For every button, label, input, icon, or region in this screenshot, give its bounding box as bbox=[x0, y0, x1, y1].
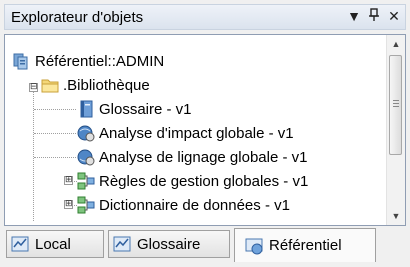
tree-item-label: Analyse de lignage globale - v1 bbox=[99, 148, 308, 166]
dropdown-arrow-icon[interactable]: ▼ bbox=[345, 8, 363, 24]
scroll-up-arrow-icon[interactable]: ▲ bbox=[387, 35, 405, 53]
tree-item-label: Glossaire - v1 bbox=[99, 100, 192, 118]
rules-icon bbox=[77, 172, 95, 190]
tab-label: Glossaire bbox=[137, 235, 201, 253]
tree-item-business-rules[interactable]: Règles de gestion globales - v1 bbox=[77, 169, 308, 193]
scroll-down-arrow-icon[interactable]: ▼ bbox=[387, 207, 405, 225]
scrollbar-thumb[interactable] bbox=[389, 55, 402, 155]
glossary-tab-icon bbox=[113, 235, 131, 253]
glossary-icon bbox=[77, 100, 95, 118]
tree-item-label: Dictionnaire de données - v1 bbox=[99, 196, 290, 214]
tab-referentiel[interactable]: Référentiel bbox=[234, 228, 376, 262]
collapse-icon[interactable]: ⊟ bbox=[29, 83, 38, 92]
grip-line bbox=[393, 100, 399, 101]
tree-connector bbox=[34, 133, 76, 134]
tree-item-label: Analyse d'impact globale - v1 bbox=[99, 124, 294, 142]
object-tree[interactable]: Référentiel::ADMIN ⊟ .Bibliothèque Gloss… bbox=[4, 34, 406, 226]
tree-item-data-dictionary[interactable]: Dictionnaire de données - v1 bbox=[77, 193, 290, 217]
lineage-analysis-icon bbox=[77, 148, 95, 166]
tree-item-impact-analysis[interactable]: Analyse d'impact globale - v1 bbox=[77, 121, 294, 145]
tree-item-library[interactable]: .Bibliothèque bbox=[41, 73, 150, 97]
panel-title: Explorateur d'objets bbox=[11, 9, 144, 26]
object-explorer-panel: Explorateur d'objets ▼ ✕ Référentiel::AD… bbox=[0, 0, 410, 267]
folder-icon bbox=[41, 76, 59, 94]
tab-strip: Local Glossaire Référentiel bbox=[4, 228, 406, 264]
vertical-scrollbar[interactable]: ▲ ▼ bbox=[386, 35, 405, 225]
panel-titlebar[interactable]: Explorateur d'objets ▼ ✕ bbox=[4, 4, 406, 30]
tree-item-repository[interactable]: Référentiel::ADMIN bbox=[13, 49, 164, 73]
tree-item-label: Règles de gestion globales - v1 bbox=[99, 172, 309, 190]
repository-icon bbox=[13, 52, 31, 70]
tree-connector bbox=[33, 85, 34, 221]
tree-item-label: Référentiel::ADMIN bbox=[35, 52, 165, 70]
tab-label: Référentiel bbox=[269, 237, 342, 254]
tree-connector bbox=[34, 109, 76, 110]
expand-icon[interactable]: ⊞ bbox=[64, 200, 73, 209]
tab-glossaire[interactable]: Glossaire bbox=[108, 230, 230, 258]
grip-line bbox=[393, 106, 399, 107]
tree-item-label: .Bibliothèque bbox=[63, 76, 150, 94]
tree-item-lineage-analysis[interactable]: Analyse de lignage globale - v1 bbox=[77, 145, 307, 169]
impact-analysis-icon bbox=[77, 124, 95, 142]
grip-line bbox=[393, 103, 399, 104]
tree-item-glossary[interactable]: Glossaire - v1 bbox=[77, 97, 192, 121]
dictionary-icon bbox=[77, 196, 95, 214]
close-icon[interactable]: ✕ bbox=[385, 8, 403, 25]
tab-label: Local bbox=[35, 235, 71, 253]
tree-connector bbox=[34, 157, 76, 158]
tab-local[interactable]: Local bbox=[6, 230, 104, 258]
repository-tab-icon bbox=[245, 237, 263, 255]
pin-icon[interactable] bbox=[365, 8, 383, 25]
expand-icon[interactable]: ⊞ bbox=[64, 176, 73, 185]
local-icon bbox=[11, 235, 29, 253]
